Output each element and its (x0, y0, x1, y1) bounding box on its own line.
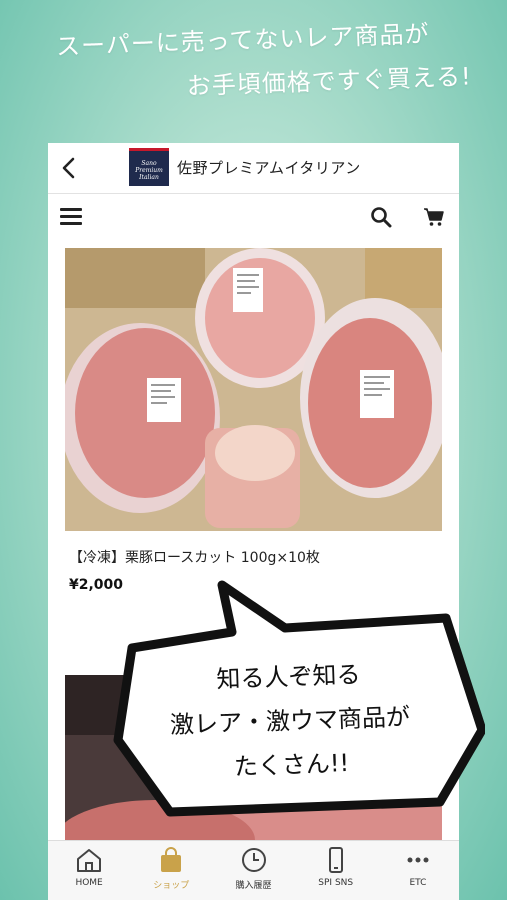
clock-icon (241, 848, 266, 872)
tab-etc[interactable]: ETC (377, 841, 459, 900)
promo-headline: スーパーに売ってないレア商品が お手頃価格ですぐ買える! (0, 9, 507, 115)
tab-label: 購入履歴 (235, 881, 272, 891)
tab-label: SPI SNS (318, 878, 354, 888)
brand-logo: Sano Premium Italian (129, 148, 169, 186)
app-title: 佐野プレミアムイタリアン (177, 159, 361, 177)
product-title[interactable]: 【冷凍】栗豚ロースカット 100g×10枚 (69, 547, 320, 567)
logo-word-1: Sano (141, 160, 157, 167)
hamburger-menu-icon[interactable] (60, 208, 82, 226)
back-chevron-icon[interactable] (54, 153, 84, 183)
logo-word-3: Italian (139, 174, 159, 181)
product-image[interactable] (65, 248, 442, 531)
tab-label: ショップ (153, 881, 190, 891)
cart-icon[interactable] (423, 206, 445, 228)
shopping-bag-icon (161, 847, 182, 872)
tab-label: HOME (75, 878, 103, 888)
search-icon[interactable] (370, 206, 392, 228)
shop-toolbar (48, 194, 459, 240)
tab-label: ETC (409, 878, 427, 888)
smartphone-icon (328, 847, 343, 873)
tab-spi-sns[interactable]: SPI SNS (295, 841, 377, 900)
tab-purchase-history[interactable]: 購入履歴 (212, 841, 294, 900)
speech-bubble-text: 知る人ぞ知る 激レア・激ウマ商品が たくさん!! (138, 650, 442, 792)
bottom-tab-bar: HOME ショップ 購入履歴 SPI SNS ETC (48, 840, 459, 900)
more-dots-icon (407, 857, 429, 863)
tab-shop[interactable]: ショップ (130, 841, 212, 900)
app-header: Sano Premium Italian 佐野プレミアムイタリアン (48, 143, 459, 193)
tab-home[interactable]: HOME (48, 841, 130, 900)
logo-word-2: Premium (135, 167, 163, 174)
home-icon (77, 849, 102, 872)
